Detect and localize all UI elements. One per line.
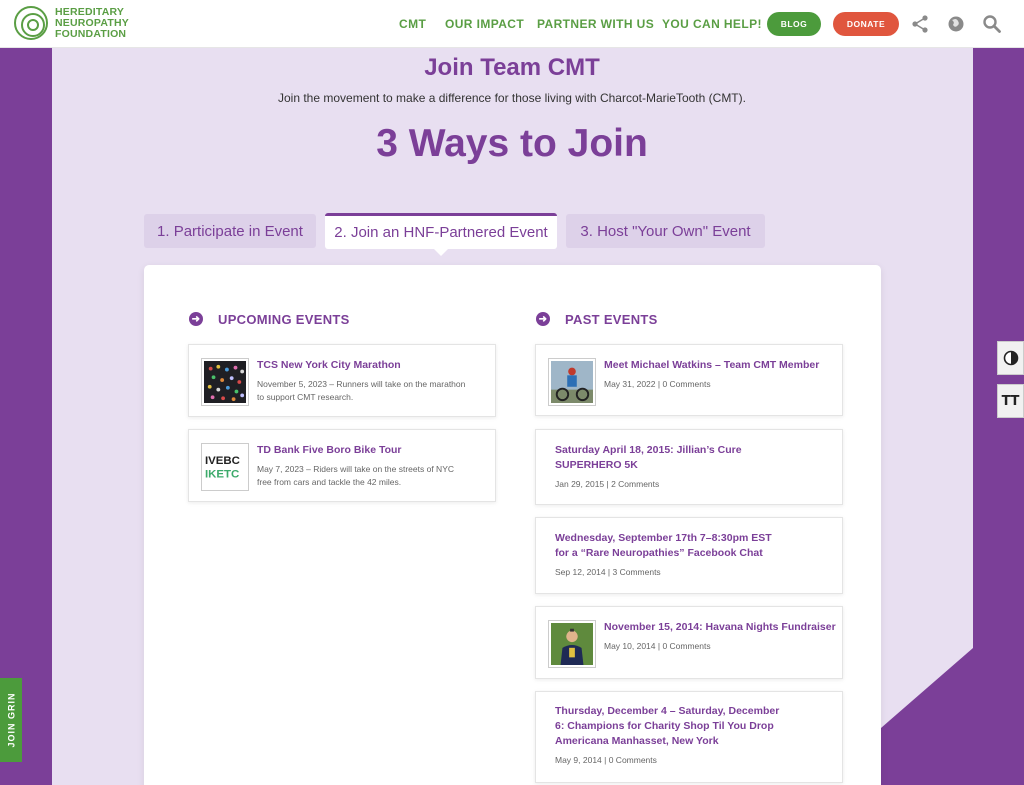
- bike-tour-logo: IVEBC IKETC: [204, 446, 246, 488]
- ways-heading: 3 Ways to Join: [376, 122, 648, 165]
- event-title-line-1[interactable]: Thursday, December 4 – Saturday, Decembe…: [555, 704, 779, 719]
- past-events-label: PAST EVENTS: [565, 311, 658, 327]
- arrow-right-circle-icon: ➜: [189, 312, 203, 326]
- tab-participate-in-event[interactable]: 1. Participate in Event: [144, 214, 316, 248]
- cyclist-thumbnail: [548, 358, 596, 406]
- cyclist-photo: [551, 361, 593, 403]
- event-title-line-1[interactable]: Wednesday, September 17th 7–8:30pm EST: [555, 531, 772, 546]
- site-logo[interactable]: HEREDITARY NEUROPATHY FOUNDATION: [14, 6, 129, 40]
- event-title-line-3[interactable]: Americana Manhasset, New York: [555, 734, 719, 749]
- event-title[interactable]: TD Bank Five Boro Bike Tour: [257, 443, 402, 458]
- logo-line-1: HEREDITARY: [55, 5, 125, 18]
- join-grin-tab[interactable]: JOIN GRIN: [0, 678, 22, 762]
- event-description-line-2: to support CMT research.: [257, 392, 354, 402]
- contrast-toggle-button[interactable]: [997, 341, 1024, 375]
- event-title-line-1[interactable]: Saturday April 18, 2015: Jillian’s Cure: [555, 443, 742, 458]
- event-description-line-2: free from cars and tackle the 42 miles.: [257, 477, 402, 487]
- page-subtitle: Join the movement to make a difference f…: [278, 91, 746, 105]
- site-header: HEREDITARY NEUROPATHY FOUNDATION CMT OUR…: [0, 0, 1024, 48]
- event-meta: May 31, 2022 | 0 Comments: [604, 379, 711, 389]
- past-event-card[interactable]: Thursday, December 4 – Saturday, Decembe…: [535, 691, 843, 783]
- event-meta: May 10, 2014 | 0 Comments: [604, 641, 711, 651]
- event-title[interactable]: November 15, 2014: Havana Nights Fundrai…: [604, 620, 836, 635]
- past-event-card[interactable]: Wednesday, September 17th 7–8:30pm EST f…: [535, 517, 843, 594]
- tab-host-your-own-event[interactable]: 3. Host "Your Own" Event: [566, 214, 765, 248]
- logo-line-3: FOUNDATION: [55, 27, 127, 40]
- event-meta: Jan 29, 2015 | 2 Comments: [555, 479, 660, 489]
- past-event-card[interactable]: Saturday April 18, 2015: Jillian’s Cure …: [535, 429, 843, 505]
- logo-rings-icon: [14, 6, 48, 40]
- svg-text:IVEBC: IVEBC: [205, 455, 240, 467]
- active-tab-pointer: [433, 248, 449, 256]
- event-title-line-2[interactable]: for a “Rare Neuropathies” Facebook Chat: [555, 546, 763, 561]
- past-event-card[interactable]: Meet Michael Watkins – Team CMT Member M…: [535, 344, 843, 416]
- event-title-line-2[interactable]: 6: Champions for Charity Shop Til You Dr…: [555, 719, 774, 734]
- page-title: Join Team CMT: [424, 54, 600, 81]
- past-event-card[interactable]: November 15, 2014: Havana Nights Fundrai…: [535, 606, 843, 679]
- upcoming-event-card[interactable]: TCS New York City Marathon November 5, 2…: [188, 344, 496, 417]
- event-title-line-2[interactable]: SUPERHERO 5K: [555, 458, 638, 473]
- logo-wordmark: HEREDITARY NEUROPATHY FOUNDATION: [55, 5, 129, 40]
- upcoming-event-card[interactable]: IVEBC IKETC TD Bank Five Boro Bike Tour …: [188, 429, 496, 502]
- event-description-line-1: November 5, 2023 – Runners will take on …: [257, 379, 466, 389]
- tab-join-hnf-partnered-event[interactable]: 2. Join an HNF-Partnered Event: [325, 213, 557, 249]
- marathon-crowd-photo: [204, 361, 246, 403]
- upcoming-events-heading: ➜ UPCOMING EVENTS: [189, 310, 350, 328]
- globe-icon[interactable]: [946, 14, 966, 34]
- marathon-thumbnail: [201, 358, 249, 406]
- event-title[interactable]: Meet Michael Watkins – Team CMT Member: [604, 358, 819, 373]
- blog-button[interactable]: BLOG: [767, 12, 821, 36]
- search-icon[interactable]: [982, 14, 1002, 34]
- event-meta: May 9, 2014 | 0 Comments: [555, 755, 657, 765]
- text-size-button[interactable]: TТ: [997, 384, 1024, 418]
- nav-you-can-help[interactable]: YOU CAN HELP!: [662, 17, 762, 31]
- text-size-icon: TТ: [1001, 393, 1020, 409]
- bike-tour-thumbnail: IVEBC IKETC: [201, 443, 249, 491]
- person-portrait-photo: [551, 623, 593, 665]
- nav-partner-with-us[interactable]: PARTNER WITH US: [537, 17, 654, 31]
- svg-text:IKETC: IKETC: [205, 469, 239, 481]
- donate-button[interactable]: DONATE: [833, 12, 899, 36]
- event-title[interactable]: TCS New York City Marathon: [257, 358, 401, 373]
- join-grin-label: JOIN GRIN: [6, 692, 17, 748]
- event-meta: Sep 12, 2014 | 3 Comments: [555, 567, 661, 577]
- past-events-heading: ➜ PAST EVENTS: [536, 310, 658, 328]
- share-icon[interactable]: [910, 14, 930, 34]
- nav-cmt[interactable]: CMT: [399, 17, 426, 31]
- arrow-right-circle-icon: ➜: [536, 312, 550, 326]
- portrait-thumbnail: [548, 620, 596, 668]
- logo-line-2: NEUROPATHY: [55, 16, 129, 29]
- upcoming-events-label: UPCOMING EVENTS: [218, 311, 350, 327]
- contrast-icon: [1003, 350, 1018, 366]
- event-description-line-1: May 7, 2023 – Riders will take on the st…: [257, 464, 455, 474]
- nav-our-impact[interactable]: OUR IMPACT: [445, 17, 524, 31]
- decorative-corner: [881, 648, 973, 785]
